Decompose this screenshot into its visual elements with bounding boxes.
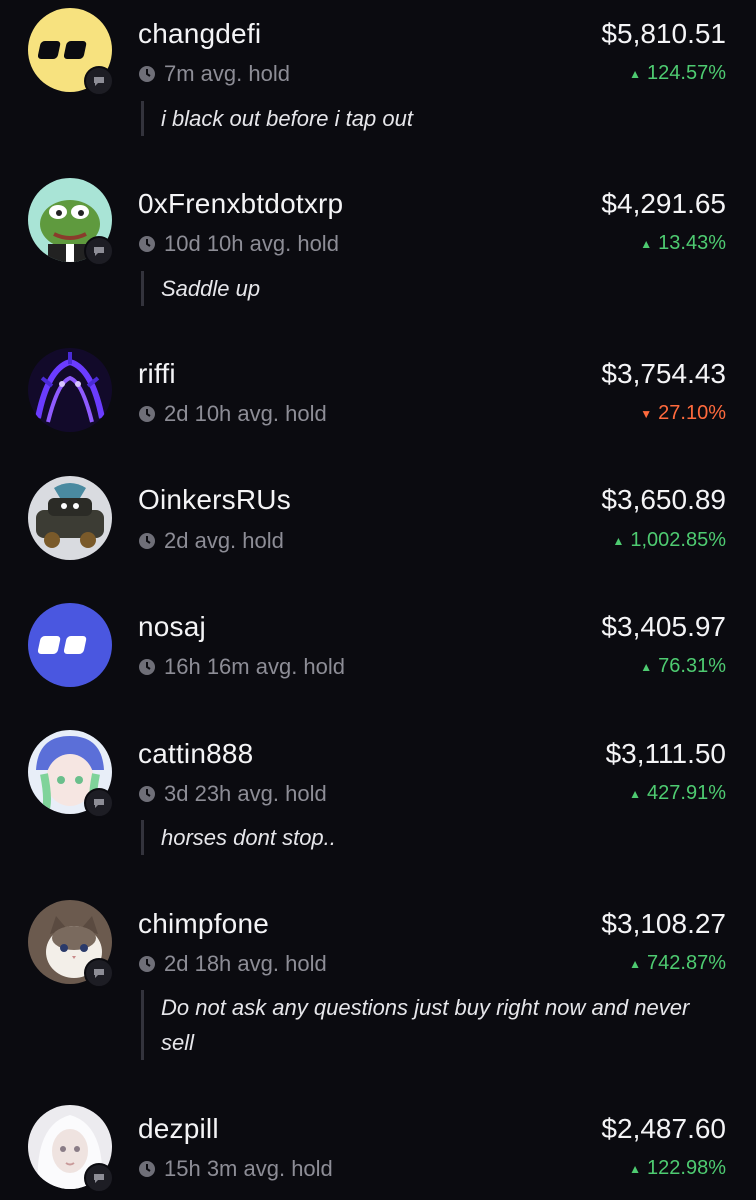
clock-icon xyxy=(139,1161,155,1177)
portfolio-value: $3,754.43 xyxy=(601,358,726,389)
pnl-change: ▼ 27.10% xyxy=(640,402,726,425)
trader-row[interactable]: cattin888 3d 23h avg. hold $3,111.50 ▲ 4… xyxy=(0,722,756,892)
portfolio-value: $3,650.89 xyxy=(601,484,726,515)
chat-icon[interactable] xyxy=(84,1163,114,1193)
avg-hold-text: 7m avg. hold xyxy=(164,61,290,86)
portfolio-value: $4,291.65 xyxy=(601,188,726,219)
portfolio-value: $3,111.50 xyxy=(605,738,726,769)
pnl-change: ▲ 427.91% xyxy=(629,782,726,805)
trader-name[interactable]: cattin888 xyxy=(138,738,253,770)
car-avatar[interactable] xyxy=(28,476,112,560)
chat-icon[interactable] xyxy=(84,236,114,266)
up-triangle-icon: ▲ xyxy=(629,786,642,801)
trader-row[interactable]: OinkersRUs 2d avg. hold $3,650.89 ▲ 1,00… xyxy=(0,468,756,595)
down-triangle-icon: ▼ xyxy=(640,406,653,421)
avg-hold: 10d 10h avg. hold xyxy=(138,231,339,257)
pnl-percent: 122.98% xyxy=(647,1157,726,1179)
up-triangle-icon: ▲ xyxy=(640,236,653,251)
trader-quote: Do not ask any questions just buy right … xyxy=(141,990,716,1060)
pnl-change: ▲ 742.87% xyxy=(629,952,726,975)
trader-row[interactable]: nosaj 16h 16m avg. hold $3,405.97 ▲ 76.3… xyxy=(0,595,756,722)
pnl-percent: 742.87% xyxy=(647,952,726,974)
trader-row[interactable]: riffi 2d 10h avg. hold $3,754.43 ▼ 27.10… xyxy=(0,340,756,468)
chat-icon[interactable] xyxy=(84,958,114,988)
clock-icon xyxy=(139,659,155,675)
trader-name[interactable]: 0xFrenxbtdotxrp xyxy=(138,188,343,220)
avg-hold: 2d avg. hold xyxy=(138,528,284,554)
pnl-change: ▲ 124.57% xyxy=(629,62,726,85)
trader-row[interactable]: dezpill 15h 3m avg. hold $2,487.60 ▲ 122… xyxy=(0,1102,756,1200)
pnl-percent: 124.57% xyxy=(647,62,726,84)
avg-hold: 15h 3m avg. hold xyxy=(138,1156,333,1182)
chat-icon[interactable] xyxy=(84,66,114,96)
trader-name[interactable]: nosaj xyxy=(138,611,206,643)
clock-icon xyxy=(139,956,155,972)
avg-hold-text: 2d 18h avg. hold xyxy=(164,951,327,976)
pnl-change: ▲ 13.43% xyxy=(640,232,726,255)
trader-row[interactable]: 0xFrenxbtdotxrp 10d 10h avg. hold $4,291… xyxy=(0,170,756,340)
portfolio-value: $3,405.97 xyxy=(601,611,726,642)
portfolio-value: $5,810.51 xyxy=(601,18,726,49)
avg-hold: 7m avg. hold xyxy=(138,61,290,87)
pnl-change: ▲ 76.31% xyxy=(640,655,726,678)
clock-icon xyxy=(139,236,155,252)
trader-quote: i black out before i tap out xyxy=(141,101,716,136)
trader-quote: Saddle up xyxy=(141,271,716,306)
trader-row[interactable]: chimpfone 2d 18h avg. hold $3,108.27 ▲ 7… xyxy=(0,892,756,1102)
up-triangle-icon: ▲ xyxy=(629,956,642,971)
clock-icon xyxy=(139,533,155,549)
avg-hold-text: 3d 23h avg. hold xyxy=(164,781,327,806)
avg-hold-text: 2d 10h avg. hold xyxy=(164,401,327,426)
pnl-percent: 13.43% xyxy=(658,232,726,254)
clock-icon xyxy=(139,406,155,422)
pnl-change: ▲ 122.98% xyxy=(629,1157,726,1180)
avg-hold-text: 10d 10h avg. hold xyxy=(164,231,339,256)
up-triangle-icon: ▲ xyxy=(612,533,625,548)
clock-icon xyxy=(139,66,155,82)
avg-hold-text: 2d avg. hold xyxy=(164,528,284,553)
pnl-percent: 1,002.85% xyxy=(630,529,726,551)
up-triangle-icon: ▲ xyxy=(629,1161,642,1176)
avg-hold: 16h 16m avg. hold xyxy=(138,654,345,680)
pnl-percent: 27.10% xyxy=(658,402,726,424)
pnl-change: ▲ 1,002.85% xyxy=(612,529,726,552)
purple-art-avatar[interactable] xyxy=(28,348,112,432)
portfolio-value: $3,108.27 xyxy=(601,908,726,939)
trader-row[interactable]: changdefi 7m avg. hold $5,810.51 ▲ 124.5… xyxy=(0,0,756,170)
chat-icon[interactable] xyxy=(84,788,114,818)
trader-name[interactable]: riffi xyxy=(138,358,176,390)
avg-hold: 2d 10h avg. hold xyxy=(138,401,327,427)
blue-logo-avatar[interactable] xyxy=(28,603,112,687)
trader-quote: horses dont stop.. xyxy=(141,820,716,855)
trader-name[interactable]: chimpfone xyxy=(138,908,269,940)
avg-hold-text: 16h 16m avg. hold xyxy=(164,654,346,679)
trader-name[interactable]: OinkersRUs xyxy=(138,484,291,516)
avg-hold-text: 15h 3m avg. hold xyxy=(164,1156,333,1181)
trader-name[interactable]: changdefi xyxy=(138,18,261,50)
up-triangle-icon: ▲ xyxy=(629,66,642,81)
up-triangle-icon: ▲ xyxy=(640,659,653,674)
trader-name[interactable]: dezpill xyxy=(138,1113,219,1145)
pnl-percent: 76.31% xyxy=(658,655,726,677)
portfolio-value: $2,487.60 xyxy=(601,1113,726,1144)
avg-hold: 2d 18h avg. hold xyxy=(138,951,327,977)
pnl-percent: 427.91% xyxy=(647,782,726,804)
avg-hold: 3d 23h avg. hold xyxy=(138,781,327,807)
clock-icon xyxy=(139,786,155,802)
